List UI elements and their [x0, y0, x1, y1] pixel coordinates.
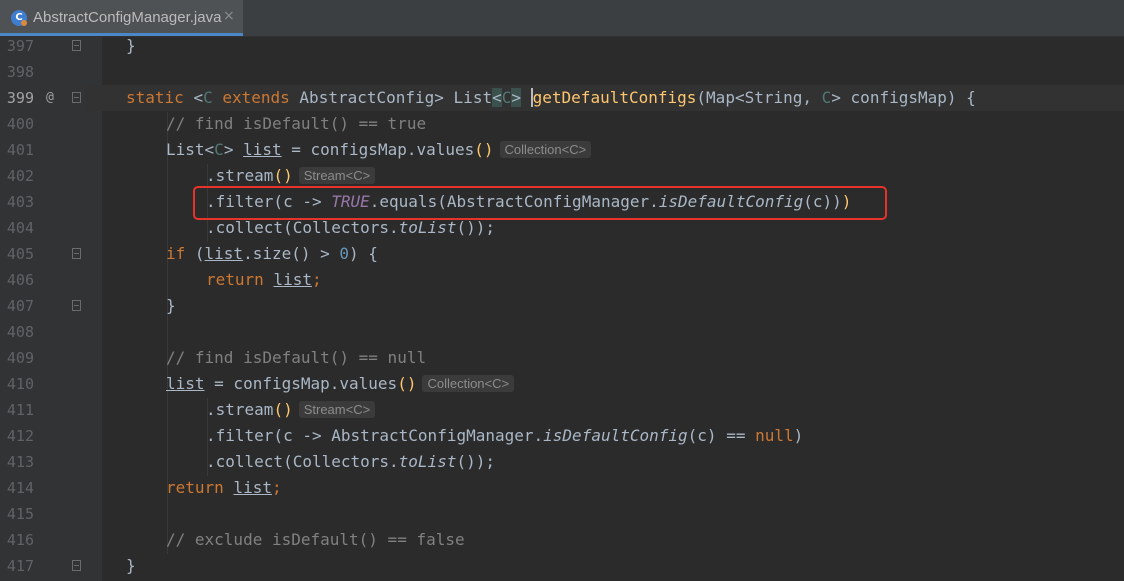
line-number: 416 [6, 531, 34, 549]
tab-label: AbstractConfigManager.java [33, 9, 222, 26]
code-text: static <C extends AbstractConfig> List<C… [126, 88, 976, 107]
code-line: 405 if (list.size() > 0) { [0, 241, 1124, 267]
type-hint: Stream<C> [298, 167, 376, 184]
code-line: 413 .collect(Collectors.toList()); [0, 449, 1124, 475]
code-text: list = configsMap.values() Collection<C> [166, 371, 515, 397]
code-line: 398 [0, 59, 1124, 85]
line-number: 414 [6, 479, 34, 497]
line-number: 397 [6, 37, 34, 55]
code-text: } [166, 296, 176, 315]
code-text: return list; [206, 270, 322, 289]
line-number: 410 [6, 375, 34, 393]
line-number: 413 [6, 453, 34, 471]
line-number: 408 [6, 323, 34, 341]
code-line: 399 @ static <C extends AbstractConfig> … [0, 85, 1124, 111]
code-line: 416 // exclude isDefault() == false [0, 527, 1124, 553]
line-number: 409 [6, 349, 34, 367]
code-text: .collect(Collectors.toList()); [206, 218, 495, 237]
lock-dot-icon [21, 20, 27, 26]
code-text: .stream() Stream<C> [206, 397, 376, 423]
method-name: getDefaultConfigs [530, 88, 697, 107]
code-text: return list; [166, 478, 282, 497]
type-hint: Collection<C> [422, 375, 515, 392]
code-line: 407 } [0, 293, 1124, 319]
line-number: 406 [6, 271, 34, 289]
line-number: 412 [6, 427, 34, 445]
code-text: } [126, 36, 136, 55]
java-class-icon: C [11, 10, 27, 26]
line-number: 407 [6, 297, 34, 315]
line-number: 415 [6, 505, 34, 523]
fold-marker-icon[interactable] [72, 300, 81, 311]
tab-abstract-config-manager[interactable]: C AbstractConfigManager.java × [0, 0, 243, 36]
code-line: 414 return list; [0, 475, 1124, 501]
code-comment: // exclude isDefault() == false [166, 530, 465, 549]
line-number: 401 [6, 141, 34, 159]
code-text: if (list.size() > 0) { [166, 244, 378, 263]
code-line: 406 return list; [0, 267, 1124, 293]
code-comment: // find isDefault() == null [166, 348, 427, 367]
close-tab-icon[interactable]: × [223, 8, 235, 24]
fold-marker-icon[interactable] [72, 248, 81, 259]
code-line: 408 [0, 319, 1124, 345]
line-number: 400 [6, 115, 34, 133]
code-line: 412 .filter(c -> AbstractConfigManager.i… [0, 423, 1124, 449]
fold-marker-icon[interactable] [72, 92, 81, 103]
code-line: 410 list = configsMap.values() Collection… [0, 371, 1124, 397]
annotation-at-icon[interactable]: @ [46, 85, 54, 111]
line-number: 399 [6, 89, 34, 107]
line-number: 398 [6, 63, 34, 81]
fold-marker-icon[interactable] [72, 40, 81, 51]
line-number: 402 [6, 167, 34, 185]
code-line: 400 // find isDefault() == true [0, 111, 1124, 137]
code-text: .collect(Collectors.toList()); [206, 452, 495, 471]
code-line: 417 } [0, 553, 1124, 579]
type-hint: Stream<C> [298, 401, 376, 418]
code-comment: // find isDefault() == true [166, 114, 427, 133]
code-line: 415 [0, 501, 1124, 527]
line-number: 405 [6, 245, 34, 263]
code-line: 409 // find isDefault() == null [0, 345, 1124, 371]
code-text: .filter(c -> AbstractConfigManager.isDef… [206, 426, 804, 445]
fold-marker-icon[interactable] [72, 560, 81, 571]
code-text: List<C> list = configsMap.values() Collec… [166, 137, 592, 163]
code-text: } [126, 556, 136, 575]
code-line: 404 .collect(Collectors.toList()); [0, 215, 1124, 241]
line-number: 417 [6, 557, 34, 575]
line-number: 403 [6, 193, 34, 211]
type-hint: Collection<C> [499, 141, 592, 158]
code-line: 411 .stream() Stream<C> [0, 397, 1124, 423]
code-line: 397 } [0, 33, 1124, 59]
line-number: 404 [6, 219, 34, 237]
line-number: 411 [6, 401, 34, 419]
editor-tab-bar: C AbstractConfigManager.java × [0, 0, 1124, 37]
code-line: 401 List<C> list = configsMap.values() Co… [0, 137, 1124, 163]
